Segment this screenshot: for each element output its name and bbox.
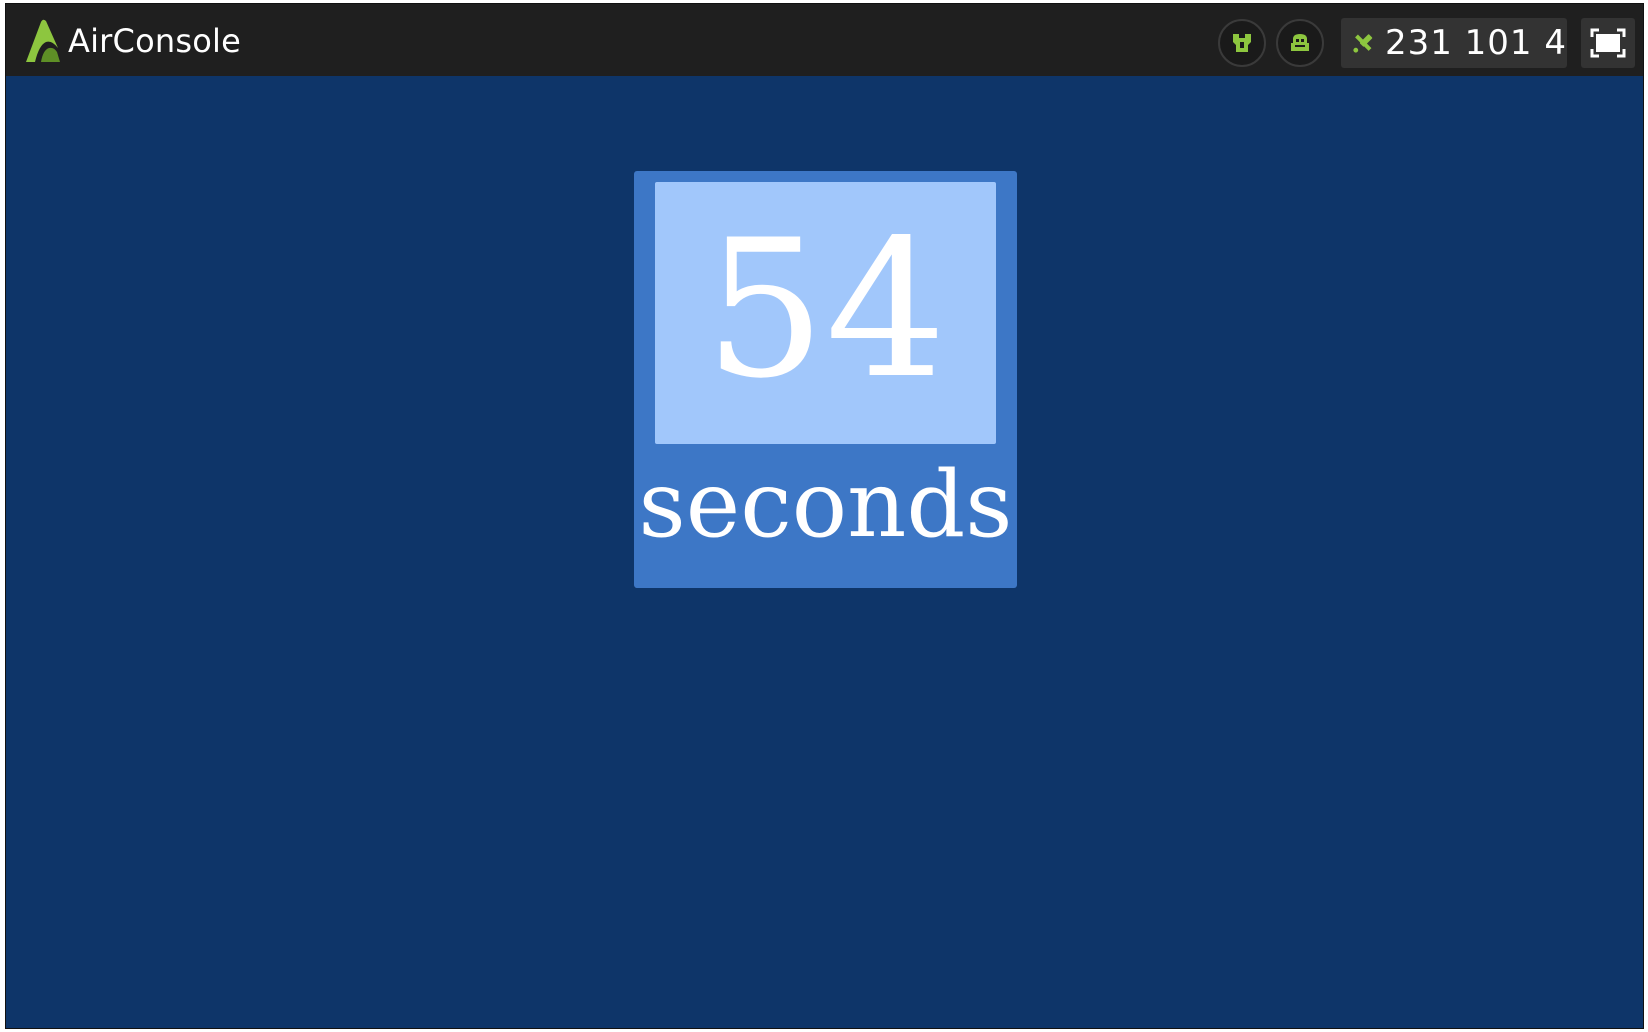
- timer-value-box: 54: [655, 182, 996, 444]
- timer-unit-label: seconds: [638, 451, 1013, 558]
- players-button[interactable]: [1276, 19, 1324, 67]
- app-window: AirConsole 231 101 4 54 seconds: [5, 3, 1644, 1029]
- brand-name: AirConsole: [68, 22, 241, 60]
- satellite-icon: [1353, 34, 1373, 53]
- fullscreen-button[interactable]: [1581, 18, 1635, 68]
- players-icon: [1291, 34, 1309, 51]
- controller-icon: [1233, 34, 1251, 52]
- brand[interactable]: AirConsole: [22, 18, 241, 64]
- fullscreen-icon: [1590, 28, 1626, 58]
- timer-value: 54: [704, 199, 947, 420]
- connection-code-text: 231 101 4: [1384, 23, 1567, 63]
- countdown-timer: 54 seconds: [634, 171, 1017, 588]
- connection-code[interactable]: 231 101 4: [1341, 18, 1567, 68]
- controller-button[interactable]: [1218, 19, 1266, 67]
- airconsole-logo-icon: [26, 19, 60, 62]
- top-bar: AirConsole 231 101 4: [6, 4, 1643, 76]
